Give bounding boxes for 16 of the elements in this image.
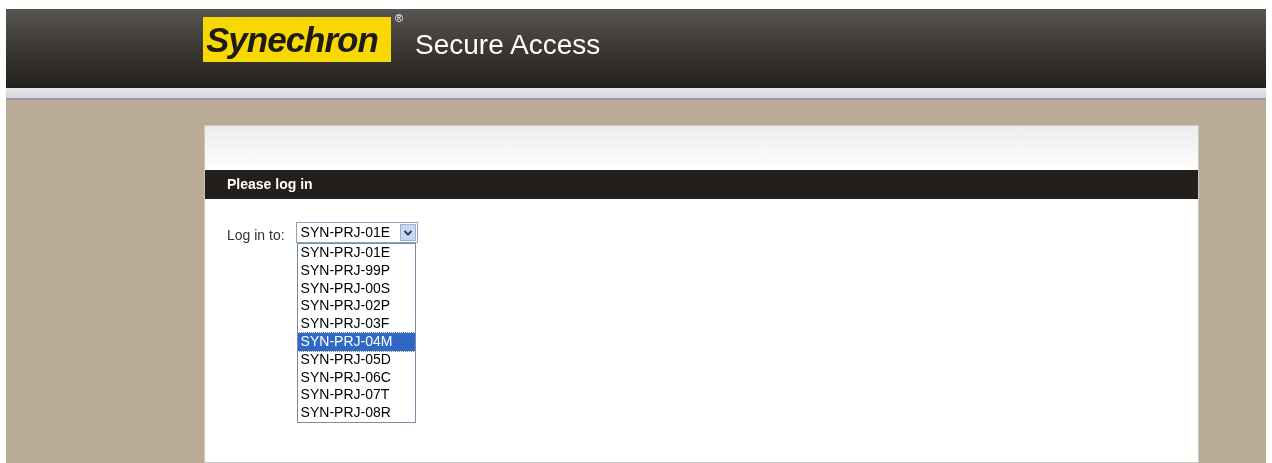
logo-text: Synechron — [206, 22, 378, 57]
dropdown-option[interactable]: SYN-PRJ-07T — [297, 386, 415, 405]
field-label: Log in to: — [227, 226, 285, 245]
panel-heading: Please log in — [205, 170, 1198, 199]
registered-mark: ® — [394, 13, 403, 24]
dropdown-option[interactable]: SYN-PRJ-03F — [297, 315, 415, 333]
dropdown-option[interactable]: SYN-PRJ-05D — [297, 350, 415, 369]
dropdown-option[interactable]: SYN-PRJ-04M — [297, 333, 415, 351]
page-title: Secure Access — [415, 31, 601, 59]
dropdown-option[interactable]: SYN-PRJ-06C — [297, 368, 415, 387]
dropdown-option[interactable]: SYN-PRJ-99P — [297, 261, 415, 280]
dropdown-option[interactable]: SYN-PRJ-01E — [297, 244, 415, 262]
dropdown-option[interactable]: SYN-PRJ-08R — [297, 404, 415, 422]
dropdown-option[interactable]: SYN-PRJ-02P — [297, 297, 415, 316]
dropdown-option[interactable]: SYN-PRJ-00S — [297, 279, 415, 298]
project-dropdown[interactable]: SYN-PRJ-01E — [295, 222, 418, 243]
